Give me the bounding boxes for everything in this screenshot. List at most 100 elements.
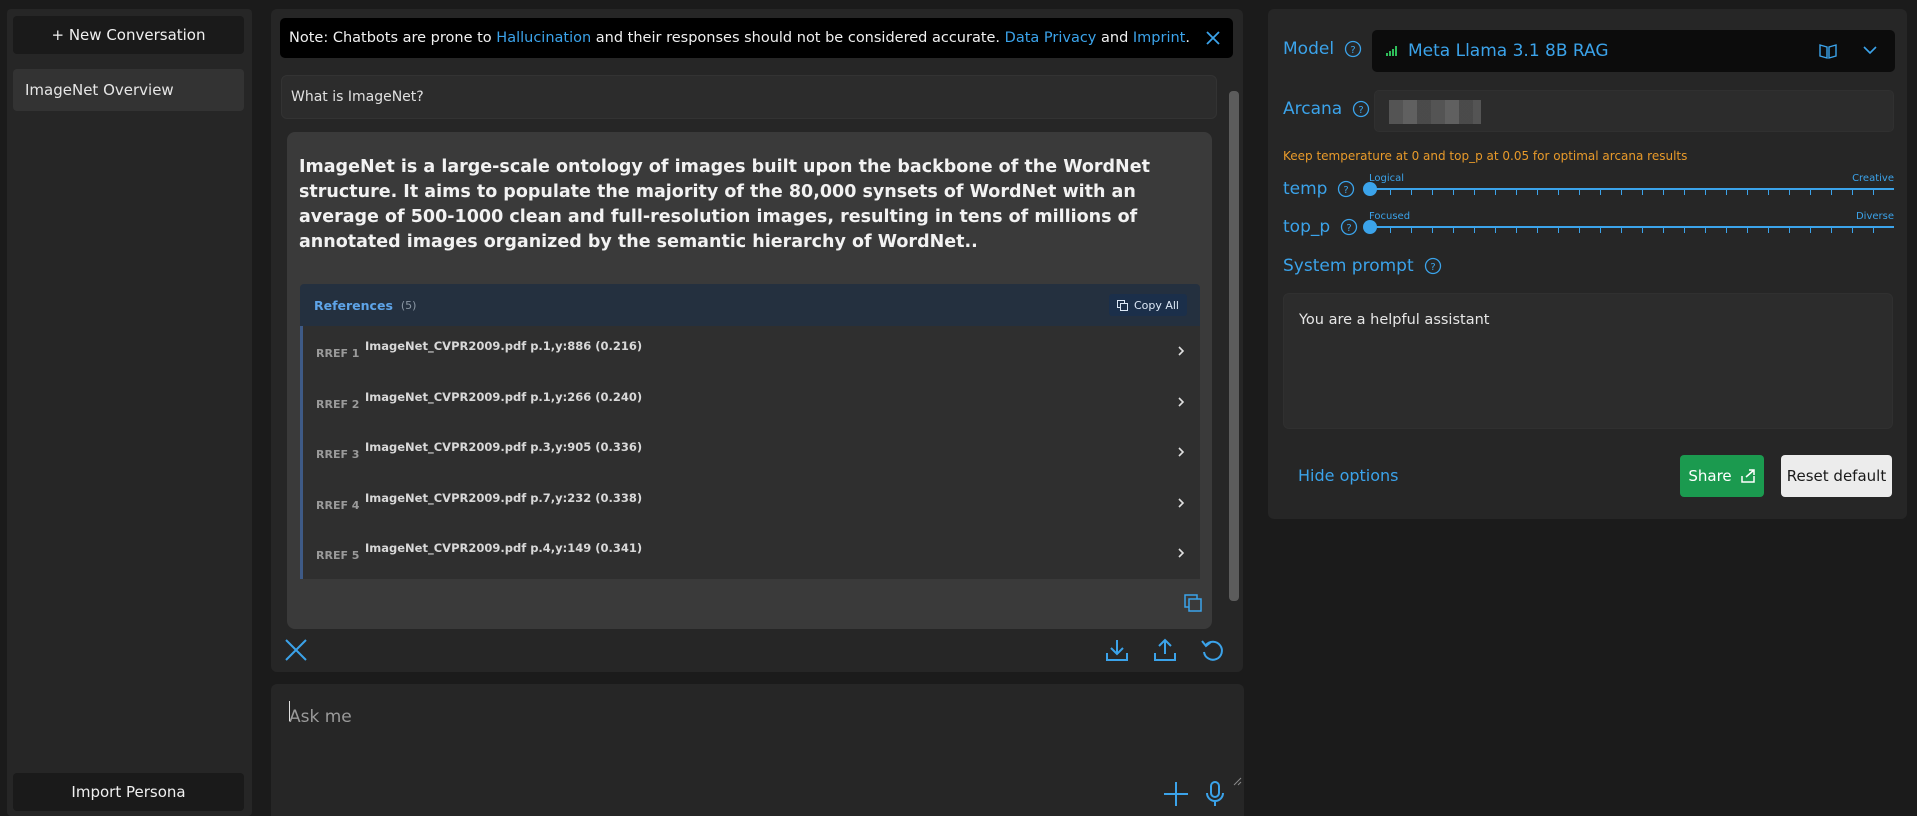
temp-min-label: Logical <box>1369 173 1405 184</box>
close-icon[interactable] <box>1203 28 1223 48</box>
scrollbar-thumb[interactable] <box>1229 91 1239 601</box>
system-prompt-input[interactable] <box>1283 293 1893 429</box>
book-icon[interactable] <box>1819 43 1837 59</box>
reference-row[interactable]: RREF 5 ImageNet_CVPR2009.pdf p.4,y:149 (0… <box>300 528 1200 579</box>
disclaimer-text: Note: Chatbots are prone to Hallucinatio… <box>289 30 1190 46</box>
answer-text: ImageNet is a large-scale ontology of im… <box>299 157 1150 252</box>
reference-file: ImageNet_CVPR2009.pdf p.4,y:149 (0.341) <box>365 541 643 555</box>
text-caret <box>289 701 290 721</box>
notice-middle: and their responses should not be consid… <box>591 30 1005 46</box>
slider-knob[interactable] <box>1363 220 1377 234</box>
model-label: Model <box>1283 39 1335 59</box>
reference-label: RREF 3 <box>316 448 360 461</box>
model-select[interactable]: Meta Llama 3.1 8B RAG <box>1372 30 1895 72</box>
help-icon[interactable]: ? <box>1337 180 1355 198</box>
references-list: RREF 1 ImageNet_CVPR2009.pdf p.1,y:886 (0… <box>300 326 1200 579</box>
copy-answer-icon[interactable] <box>1183 593 1203 613</box>
reference-row[interactable]: RREF 1 ImageNet_CVPR2009.pdf p.1,y:886 (0… <box>300 326 1200 377</box>
resize-grip-icon[interactable] <box>1232 776 1242 786</box>
ask-input[interactable] <box>289 702 1189 732</box>
top-p-min-label: Focused <box>1369 211 1411 222</box>
reference-file: ImageNet_CVPR2009.pdf p.7,y:232 (0.338) <box>365 490 643 505</box>
upload-icon[interactable] <box>1152 637 1178 663</box>
copy-all-button[interactable]: Copy All <box>1108 294 1187 316</box>
chat-panel: Note: Chatbots are prone to Hallucinatio… <box>271 9 1243 672</box>
download-icon[interactable] <box>1104 637 1130 663</box>
signal-icon <box>1386 46 1397 56</box>
help-icon[interactable]: ? <box>1424 257 1442 275</box>
references-title: References <box>314 297 393 313</box>
undo-icon[interactable] <box>1200 637 1226 663</box>
help-icon[interactable]: ? <box>1352 100 1370 118</box>
reference-row[interactable]: RREF 3 ImageNet_CVPR2009.pdf p.3,y:905 (0… <box>300 427 1200 478</box>
add-icon[interactable] <box>1162 780 1190 808</box>
conversation-item[interactable]: ImageNet Overview <box>13 69 244 111</box>
svg-text:?: ? <box>1344 185 1349 196</box>
temp-label-row: temp ? <box>1283 179 1355 199</box>
chevron-right-icon[interactable] <box>1176 547 1186 559</box>
reference-row[interactable]: RREF 2 ImageNet_CVPR2009.pdf p.1,y:266 (0… <box>300 376 1200 427</box>
top-p-max-label: Diverse <box>1855 211 1894 222</box>
user-question: What is ImageNet? <box>281 75 1217 119</box>
reference-label: RREF 5 <box>316 549 360 562</box>
slider-ticks <box>1369 227 1894 233</box>
temp-max-label: Creative <box>1852 173 1894 184</box>
hallucination-link[interactable]: Hallucination <box>496 30 591 46</box>
svg-text:?: ? <box>1347 223 1352 234</box>
app-root: + New Conversation ImageNet Overview Imp… <box>0 0 1917 816</box>
reference-label: RREF 4 <box>316 498 360 512</box>
arcana-label-row: Arcana ? <box>1283 99 1370 119</box>
chevron-down-icon[interactable] <box>1863 46 1877 55</box>
arcana-hint: Keep temperature at 0 and top_p at 0.05 … <box>1283 149 1688 163</box>
chevron-right-icon[interactable] <box>1176 497 1186 509</box>
svg-text:?: ? <box>1359 105 1364 116</box>
model-label-row: Model ? <box>1283 39 1362 59</box>
notice-and: and <box>1096 30 1133 46</box>
temp-label: temp <box>1283 179 1328 199</box>
chevron-right-icon[interactable] <box>1176 446 1186 458</box>
reset-default-button[interactable]: Reset default <box>1781 455 1892 497</box>
chevron-right-icon[interactable] <box>1176 345 1186 357</box>
options-panel: Model ? Meta Llama 3.1 8B RAG Arcana ? K… <box>1268 9 1907 519</box>
svg-text:?: ? <box>1350 45 1355 56</box>
references-panel: References (5) Copy All RREF 1 ImageNet_C… <box>300 284 1200 579</box>
microphone-icon[interactable] <box>1203 780 1227 808</box>
reference-file: ImageNet_CVPR2009.pdf p.3,y:905 (0.336) <box>365 440 643 454</box>
share-icon <box>1740 469 1755 483</box>
arcana-input[interactable] <box>1374 90 1894 132</box>
notice-prefix: Note: Chatbots are prone to <box>289 30 497 46</box>
sidebar: + New Conversation ImageNet Overview Imp… <box>7 9 252 816</box>
top-p-label-row: top_p ? <box>1283 217 1358 237</box>
new-conversation-button[interactable]: + New Conversation <box>13 16 244 54</box>
share-button[interactable]: Share <box>1680 455 1764 497</box>
clear-chat-icon[interactable] <box>283 637 309 663</box>
system-prompt-label-row: System prompt ? <box>1283 256 1442 276</box>
reference-label: RREF 1 <box>316 347 360 360</box>
references-count: (5) <box>400 298 417 312</box>
arcana-label: Arcana <box>1283 99 1343 119</box>
slider-ticks <box>1369 189 1894 195</box>
assistant-answer: ImageNet is a large-scale ontology of im… <box>287 132 1212 629</box>
reference-row[interactable]: RREF 4 ImageNet_CVPR2009.pdf p.7,y:232 (0… <box>300 477 1200 528</box>
chevron-right-icon[interactable] <box>1176 396 1186 408</box>
share-label: Share <box>1688 467 1732 485</box>
help-icon[interactable]: ? <box>1340 218 1358 236</box>
notice-end: . <box>1185 30 1190 46</box>
reference-file: ImageNet_CVPR2009.pdf p.1,y:886 (0.216) <box>365 339 643 353</box>
copy-all-label: Copy All <box>1133 298 1179 312</box>
temp-slider[interactable]: Logical Creative <box>1363 173 1894 199</box>
disclaimer-banner: Note: Chatbots are prone to Hallucinatio… <box>280 18 1233 58</box>
slider-knob[interactable] <box>1363 182 1377 196</box>
model-name: Meta Llama 3.1 8B RAG <box>1408 41 1609 61</box>
reference-file: ImageNet_CVPR2009.pdf p.1,y:266 (0.240) <box>365 389 643 404</box>
imprint-link[interactable]: Imprint <box>1133 30 1185 46</box>
hide-options-link[interactable]: Hide options <box>1298 466 1399 485</box>
top-p-slider[interactable]: Focused Diverse <box>1363 211 1894 237</box>
chat-scrollbar[interactable] <box>1228 81 1239 612</box>
message-composer <box>271 684 1244 816</box>
references-header: References (5) Copy All <box>300 284 1200 326</box>
import-persona-button[interactable]: Import Persona <box>13 773 244 811</box>
data-privacy-link[interactable]: Data Privacy <box>1005 30 1097 46</box>
help-icon[interactable]: ? <box>1344 40 1362 58</box>
top-p-label: top_p <box>1283 217 1331 237</box>
